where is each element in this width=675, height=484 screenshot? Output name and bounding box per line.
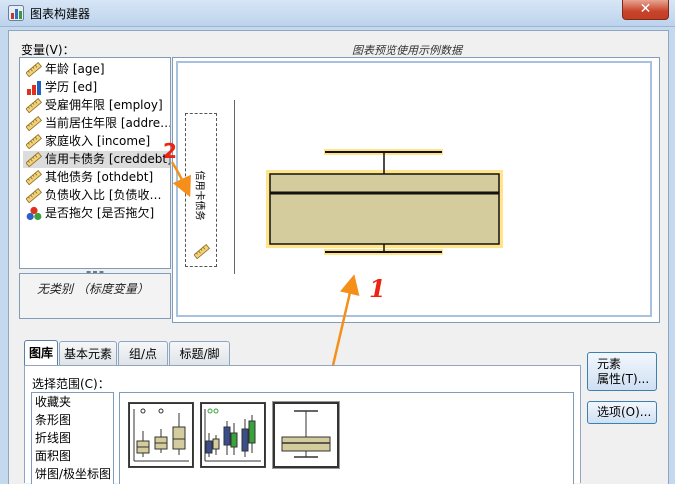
window-title: 图表构建器	[30, 7, 91, 21]
ruler-scale-icon	[26, 170, 42, 185]
variable-label: 负债收入比 [负债收…	[45, 188, 162, 202]
close-button[interactable]: ✕	[622, 0, 669, 20]
no-category-text: 无类别 （标度变量）	[37, 282, 149, 296]
category-info-box: 无类别 （标度变量）	[19, 273, 171, 319]
simple-boxplot-thumbnail[interactable]	[128, 402, 194, 468]
variable-item-employ[interactable]: 受雇佣年限 [employ]	[23, 97, 170, 114]
element-properties-button[interactable]: 元素 属性(T)...	[587, 352, 657, 391]
variable-label: 学历 [ed]	[45, 80, 98, 94]
ruler-scale-icon	[26, 134, 42, 149]
variable-label: 受雇佣年限 [employ]	[45, 98, 163, 112]
preview-caption: 图表预览使用示例数据	[352, 44, 462, 57]
chart-preview-frame	[176, 61, 652, 317]
chart-type-list[interactable]: 收藏夹 条形图 折线图 面积图 饼图/极坐标图	[31, 392, 114, 484]
select-range-label: 选择范围(C)：	[32, 377, 110, 391]
variable-item-creddebt[interactable]: 信用卡债务 [creddebt]	[23, 151, 171, 168]
title-bar: 图表构建器 ✕	[0, 0, 675, 27]
tab-group-point-id[interactable]: 组/点 ID	[118, 341, 168, 385]
variable-item-ed[interactable]: 学历 [ed]	[23, 79, 170, 96]
variable-label: 其他债务 [othdebt]	[45, 170, 154, 184]
element-properties-line1: 元素	[597, 357, 622, 371]
variable-item-othdebt[interactable]: 其他债务 [othdebt]	[23, 169, 170, 186]
ruler-scale-icon	[26, 116, 42, 131]
y-axis-label: 信用卡债务	[193, 170, 205, 221]
ruler-scale-icon	[26, 98, 42, 113]
annotation-number-one: 1	[369, 274, 386, 303]
tab-basic-elements[interactable]: 基本元素	[59, 341, 117, 365]
y-axis-line	[234, 100, 235, 274]
variable-label: 家庭收入 [income]	[45, 134, 151, 148]
annotation-number-two: 2	[163, 139, 177, 163]
chart-builder-app-icon	[8, 5, 24, 21]
1d-boxplot-thumbnail[interactable]	[273, 402, 339, 468]
chart-type-pie-polar[interactable]: 饼图/极坐标图	[35, 466, 111, 483]
variable-item-default[interactable]: 是否拖欠 [是否拖欠]	[23, 205, 170, 222]
ruler-scale-icon	[26, 62, 42, 77]
element-properties-line2: 属性(T)...	[597, 372, 650, 386]
variable-item-age[interactable]: 年龄 [age]	[23, 61, 170, 78]
variable-item-address[interactable]: 当前居住年限 [addre…	[23, 115, 171, 132]
variable-label: 当前居住年限 [addre…	[45, 116, 171, 130]
chart-type-bar[interactable]: 条形图	[35, 412, 71, 429]
variable-list[interactable]: 年龄 [age] 学历 [ed] 受雇佣年限 [employ] 当前居住年限 […	[19, 57, 171, 269]
clustered-boxplot-thumbnail[interactable]	[200, 402, 266, 468]
ruler-scale-icon	[26, 188, 42, 203]
variable-label: 是否拖欠 [是否拖欠]	[45, 206, 155, 220]
tab-titles-footnotes[interactable]: 标题/脚注	[169, 341, 230, 385]
ruler-scale-icon	[26, 152, 42, 167]
variables-label: 变量(V)：	[21, 43, 75, 57]
chart-type-area[interactable]: 面积图	[35, 448, 71, 465]
variable-item-debtinc[interactable]: 负债收入比 [负债收…	[23, 187, 170, 204]
chart-type-line[interactable]: 折线图	[35, 430, 71, 447]
variable-label: 年龄 [age]	[45, 62, 105, 76]
nominal-balls-icon	[26, 206, 42, 221]
ordinal-bars-icon	[27, 81, 41, 95]
tab-gallery[interactable]: 图库	[24, 340, 58, 366]
variable-item-income[interactable]: 家庭收入 [income]	[23, 133, 170, 150]
variable-label: 信用卡债务 [creddebt]	[45, 152, 171, 166]
options-button[interactable]: 选项(O)...	[587, 401, 657, 424]
ruler-scale-icon	[194, 244, 210, 259]
chart-type-favorites[interactable]: 收藏夹	[35, 394, 71, 411]
